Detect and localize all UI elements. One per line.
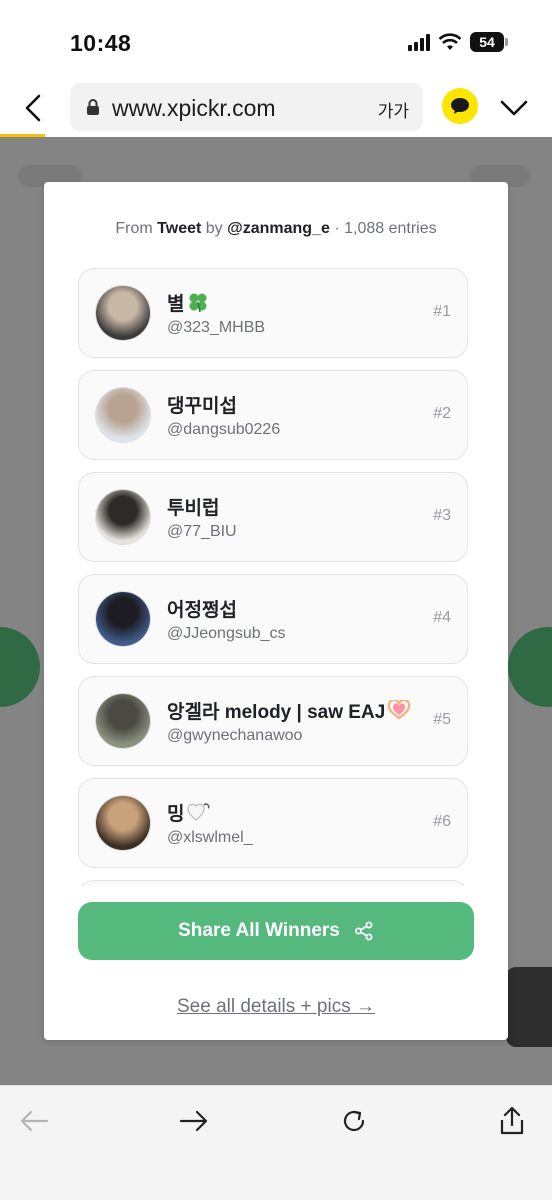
winners-modal: From Tweet by @zanmang_e · 1,088 entries… (44, 182, 508, 1040)
browser-toolbar (0, 1085, 552, 1200)
winner-entry[interactable]: 밍 @xlswlmel_ #6 (78, 778, 468, 868)
background-element (0, 627, 40, 707)
arrow-left-icon (20, 1110, 49, 1132)
wifi-icon (438, 33, 462, 50)
avatar (95, 285, 151, 341)
entry-name: 별 (167, 289, 209, 319)
status-time: 10:48 (70, 30, 132, 56)
source-platform: Tweet (157, 220, 202, 237)
share-upload-icon (500, 1106, 524, 1135)
battery-icon: 54 (470, 32, 508, 52)
clover-icon (187, 291, 209, 319)
entry-rank: #5 (433, 711, 451, 728)
source-by: by (205, 220, 223, 237)
chat-bubble-icon (451, 98, 469, 114)
white-heart-icon (187, 802, 211, 828)
share-button-label: Share All Winners (178, 920, 340, 941)
winner-entry-partial[interactable] (78, 880, 468, 886)
winner-entry[interactable]: 별 @323_MHBB #1 (78, 268, 468, 358)
background-element (506, 967, 552, 1047)
entry-handle: @gwynechanawoo (167, 727, 303, 744)
chevron-left-icon (25, 94, 41, 122)
source-prefix: From (115, 220, 153, 237)
browser-back-button[interactable] (18, 92, 48, 124)
entry-rank: #2 (433, 405, 451, 422)
avatar (95, 693, 151, 749)
status-bar: 10:48 54 (0, 0, 552, 80)
browser-address-bar: www.xpickr.com 가가 (0, 80, 552, 136)
winners-list[interactable]: 별 @323_MHBB #1 댕꾸미섭 @dangsub0226 #2 투비럽 @77_BIU… (78, 268, 470, 886)
entry-rank: #3 (433, 507, 451, 524)
heart-hands-icon (388, 698, 411, 726)
entry-handle: @JJeongsub_cs (167, 625, 286, 642)
see-all-details-link[interactable]: See all details + pics → (44, 996, 508, 1018)
entry-name: 투비럽 (167, 498, 220, 519)
entry-rank: #4 (433, 609, 451, 626)
source-separator: · (334, 220, 340, 237)
share-all-winners-button[interactable]: Share All Winners (78, 902, 474, 960)
entry-rank: #1 (433, 303, 451, 320)
entry-handle: @323_MHBB (167, 319, 266, 336)
source-line: From Tweet by @zanmang_e · 1,088 entries (44, 220, 508, 238)
share-icon (354, 921, 373, 941)
entry-handle: @dangsub0226 (167, 421, 281, 438)
url-field[interactable]: www.xpickr.com 가가 (70, 83, 423, 131)
avatar (95, 795, 151, 851)
browser-menu-button[interactable] (498, 94, 530, 122)
lock-icon (87, 99, 99, 115)
toolbar-share-button[interactable] (492, 1104, 532, 1138)
kakao-talk-button[interactable] (442, 88, 478, 124)
cellular-signal-icon (408, 33, 430, 51)
toolbar-reload-button[interactable] (334, 1104, 374, 1138)
source-author[interactable]: @zanmang_e (227, 220, 330, 237)
winner-entry[interactable]: 투비럽 @77_BIU #3 (78, 472, 468, 562)
entry-name: 댕꾸미섭 (167, 396, 237, 417)
reload-icon (343, 1110, 365, 1132)
arrow-right-icon (179, 1110, 208, 1132)
winner-entry[interactable]: 어정쩡섭 @JJeongsub_cs #4 (78, 574, 468, 664)
winner-entry[interactable]: 댕꾸미섭 @dangsub0226 #2 (78, 370, 468, 460)
chevron-down-icon (500, 100, 528, 116)
text-size-button[interactable]: 가가 (378, 97, 409, 122)
url-text: www.xpickr.com (112, 95, 276, 121)
entry-handle: @77_BIU (167, 523, 237, 540)
toolbar-forward-button[interactable] (174, 1104, 214, 1138)
winner-entry[interactable]: 앙겔라 melody | saw EAJ @gwynechanawoo #5 (78, 676, 468, 766)
entry-name: 앙겔라 melody | saw EAJ (167, 697, 411, 726)
entry-name: 어정쩡섭 (167, 600, 237, 621)
entry-name: 밍 (167, 799, 211, 828)
entry-handle: @xlswlmel_ (167, 829, 253, 846)
toolbar-back-button[interactable] (14, 1104, 54, 1138)
status-icons: 54 (408, 32, 508, 52)
background-element (508, 627, 552, 707)
entry-rank: #6 (433, 813, 451, 830)
source-entries: 1,088 entries (344, 220, 437, 237)
avatar (95, 387, 151, 443)
avatar (95, 591, 151, 647)
avatar (95, 489, 151, 545)
